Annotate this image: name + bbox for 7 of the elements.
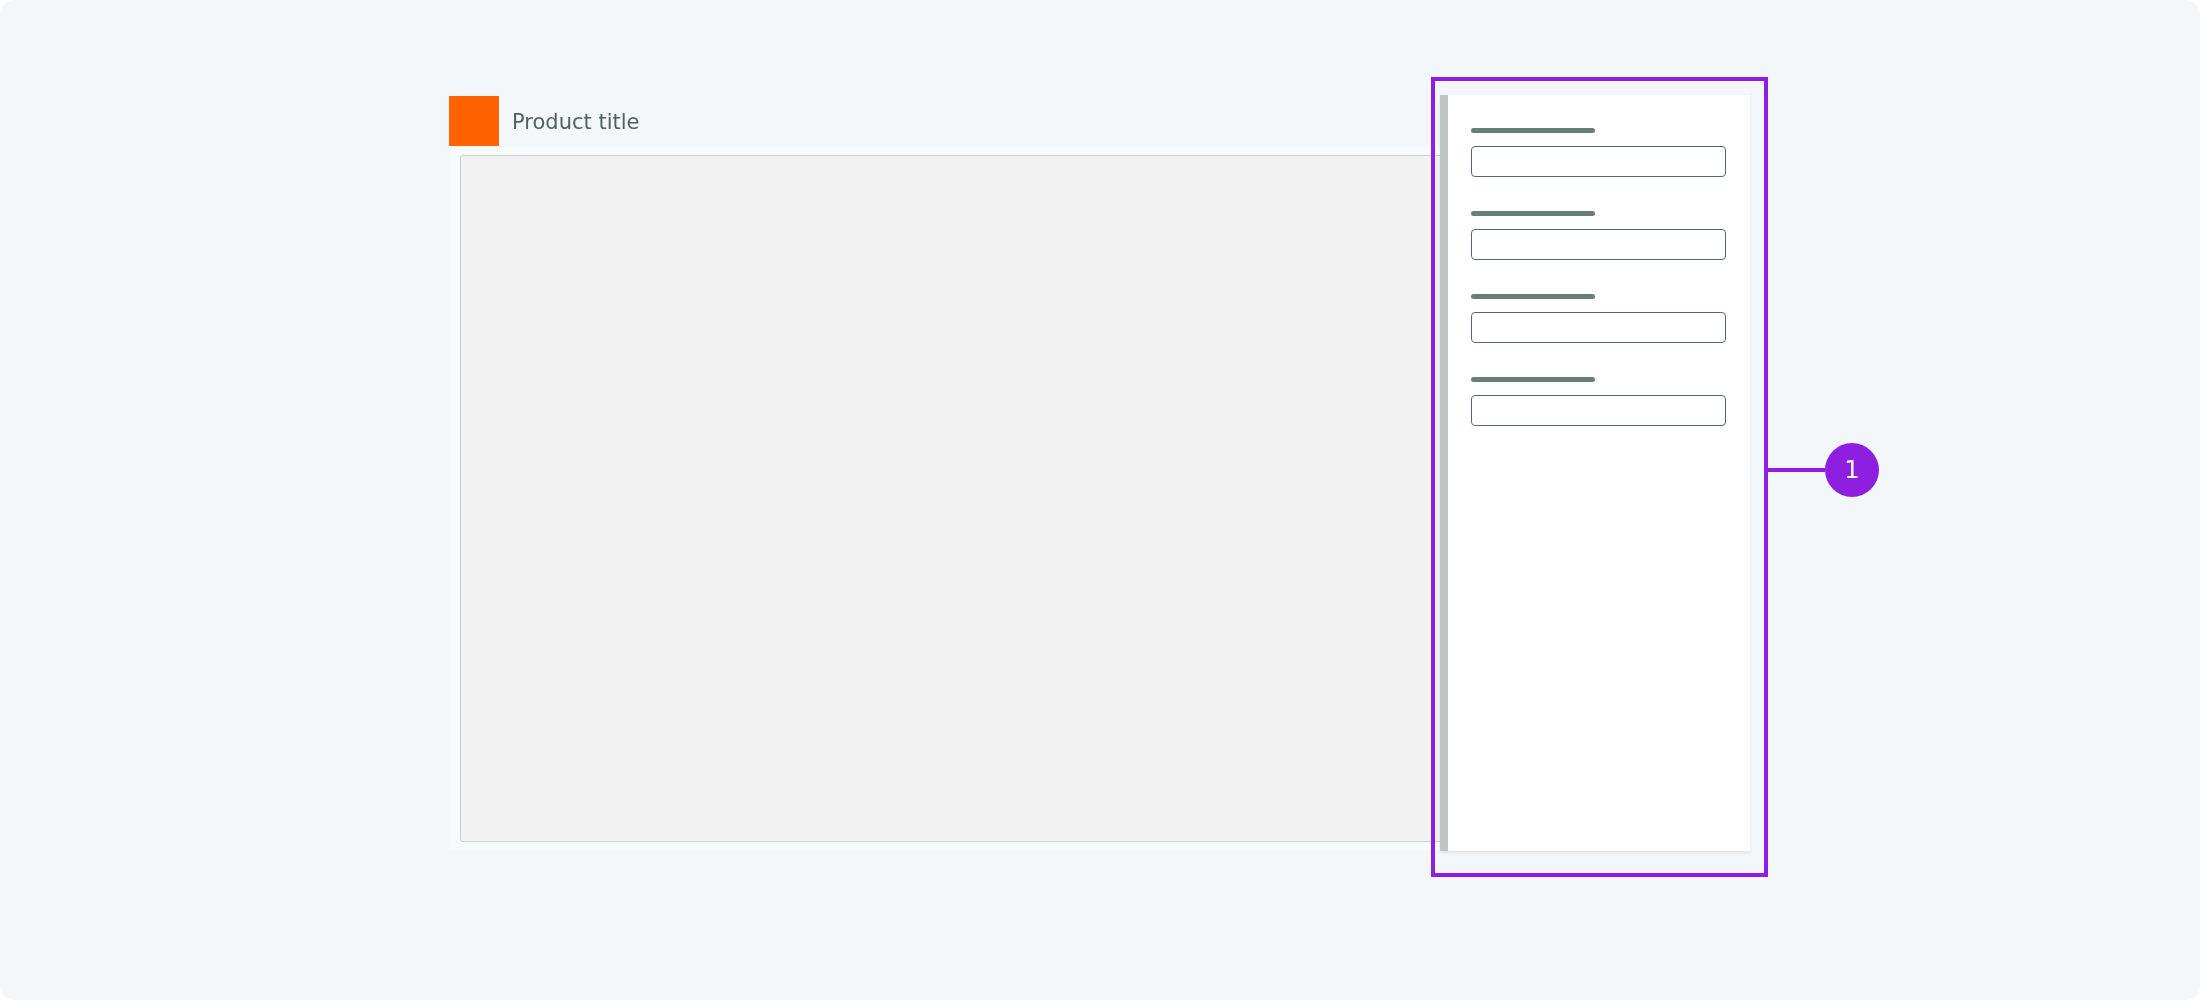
callout-number: 1: [1825, 443, 1879, 497]
product-title: Product title: [512, 110, 640, 134]
input-field[interactable]: [1471, 312, 1726, 343]
logo-square: [449, 96, 499, 146]
input-field[interactable]: [1471, 229, 1726, 260]
input-field[interactable]: [1471, 146, 1726, 177]
input-field[interactable]: [1471, 395, 1726, 426]
